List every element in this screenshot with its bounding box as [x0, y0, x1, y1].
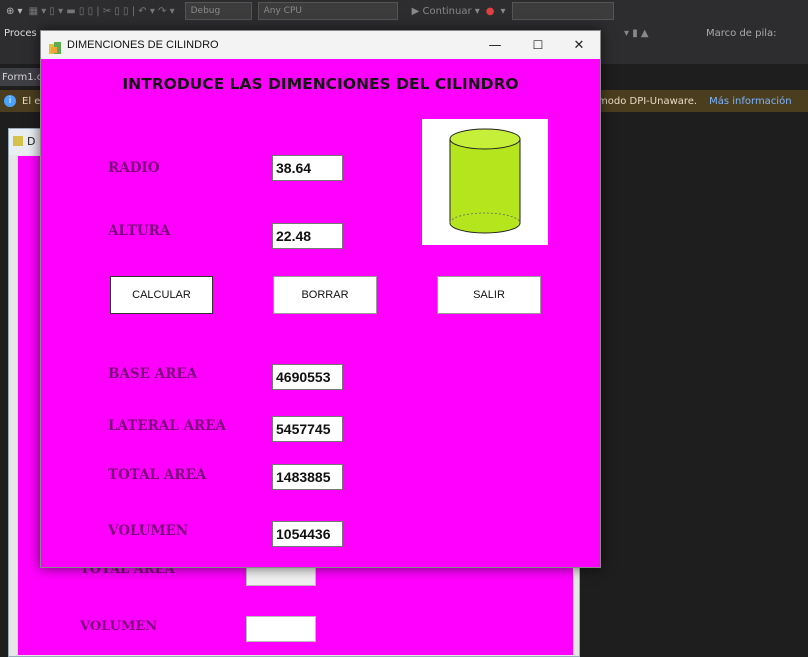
volumen-label: VOLUMEN: [108, 523, 189, 539]
salir-button[interactable]: SALIR: [437, 276, 541, 314]
lateral-area-output[interactable]: 5457745: [272, 416, 343, 442]
title-bar: DIMENCIONES DE CILINDRO — ☐ ✕: [41, 31, 600, 59]
config-combo[interactable]: Debug: [184, 2, 252, 20]
platform-combo[interactable]: Any CPU: [257, 2, 398, 20]
volumen-output[interactable]: 1054436: [272, 521, 343, 547]
base-area-output[interactable]: 4690553: [272, 364, 343, 390]
info-link[interactable]: Más información: [709, 96, 791, 107]
window-title: DIMENCIONES DE CILINDRO: [67, 39, 219, 51]
altura-input[interactable]: 22.48: [272, 223, 343, 249]
info-text-right: modo DPI-Unaware.: [598, 95, 698, 107]
calcular-button[interactable]: CALCULAR: [110, 276, 213, 314]
hot-reload-icon[interactable]: ●: [486, 6, 495, 17]
process-label: Proces: [4, 27, 37, 39]
minimize-button[interactable]: —: [475, 31, 515, 59]
total-area-label: TOTAL AREA: [108, 467, 207, 483]
continue-label: Continuar: [422, 5, 472, 17]
total-area-output[interactable]: 1483885: [272, 464, 343, 490]
base-area-label: BASE AREA: [108, 366, 198, 382]
thread-icons: ▾ ▮ ▲: [624, 27, 649, 39]
designer-volumen-box: [246, 616, 316, 642]
cylinder-icon: [449, 128, 521, 234]
lateral-area-label: LATERAL AREA: [108, 418, 226, 434]
back-icon[interactable]: ⊕ ▾: [6, 6, 23, 17]
debug-target-combo[interactable]: [511, 2, 614, 20]
info-icon: i: [4, 95, 16, 107]
designer-form-icon: [13, 136, 23, 146]
continue-button[interactable]: ▶ Continuar ▾: [412, 6, 480, 17]
cylinder-window: DIMENCIONES DE CILINDRO — ☐ ✕ INTRODUCE …: [40, 30, 601, 568]
borrar-button[interactable]: BORRAR: [273, 276, 377, 314]
designer-form-title: D: [27, 135, 36, 148]
form-heading: INTRODUCE LAS DIMENCIONES DEL CILINDRO: [122, 75, 519, 93]
radio-label: RADIO: [108, 160, 160, 176]
stack-frame-label: Marco de pila:: [706, 27, 777, 39]
cylinder-picture: [422, 119, 548, 245]
maximize-button[interactable]: ☐: [518, 31, 558, 59]
close-button[interactable]: ✕: [559, 31, 599, 59]
altura-label: ALTURA: [108, 223, 171, 239]
designer-volumen-label: VOLUMEN: [80, 619, 158, 634]
radio-input[interactable]: 38.64: [272, 155, 343, 181]
toolbar-icons: ▦ ▾ ▯ ▾ ▬ ▯ ▯ | ✂ ▯ ▯ | ↶ ▾ ↷ ▾: [28, 5, 175, 17]
file-tab[interactable]: Form1.cs: [0, 68, 47, 86]
info-bar-right: modo DPI-Unaware. Más información: [598, 90, 792, 112]
app-icon: [49, 39, 61, 54]
